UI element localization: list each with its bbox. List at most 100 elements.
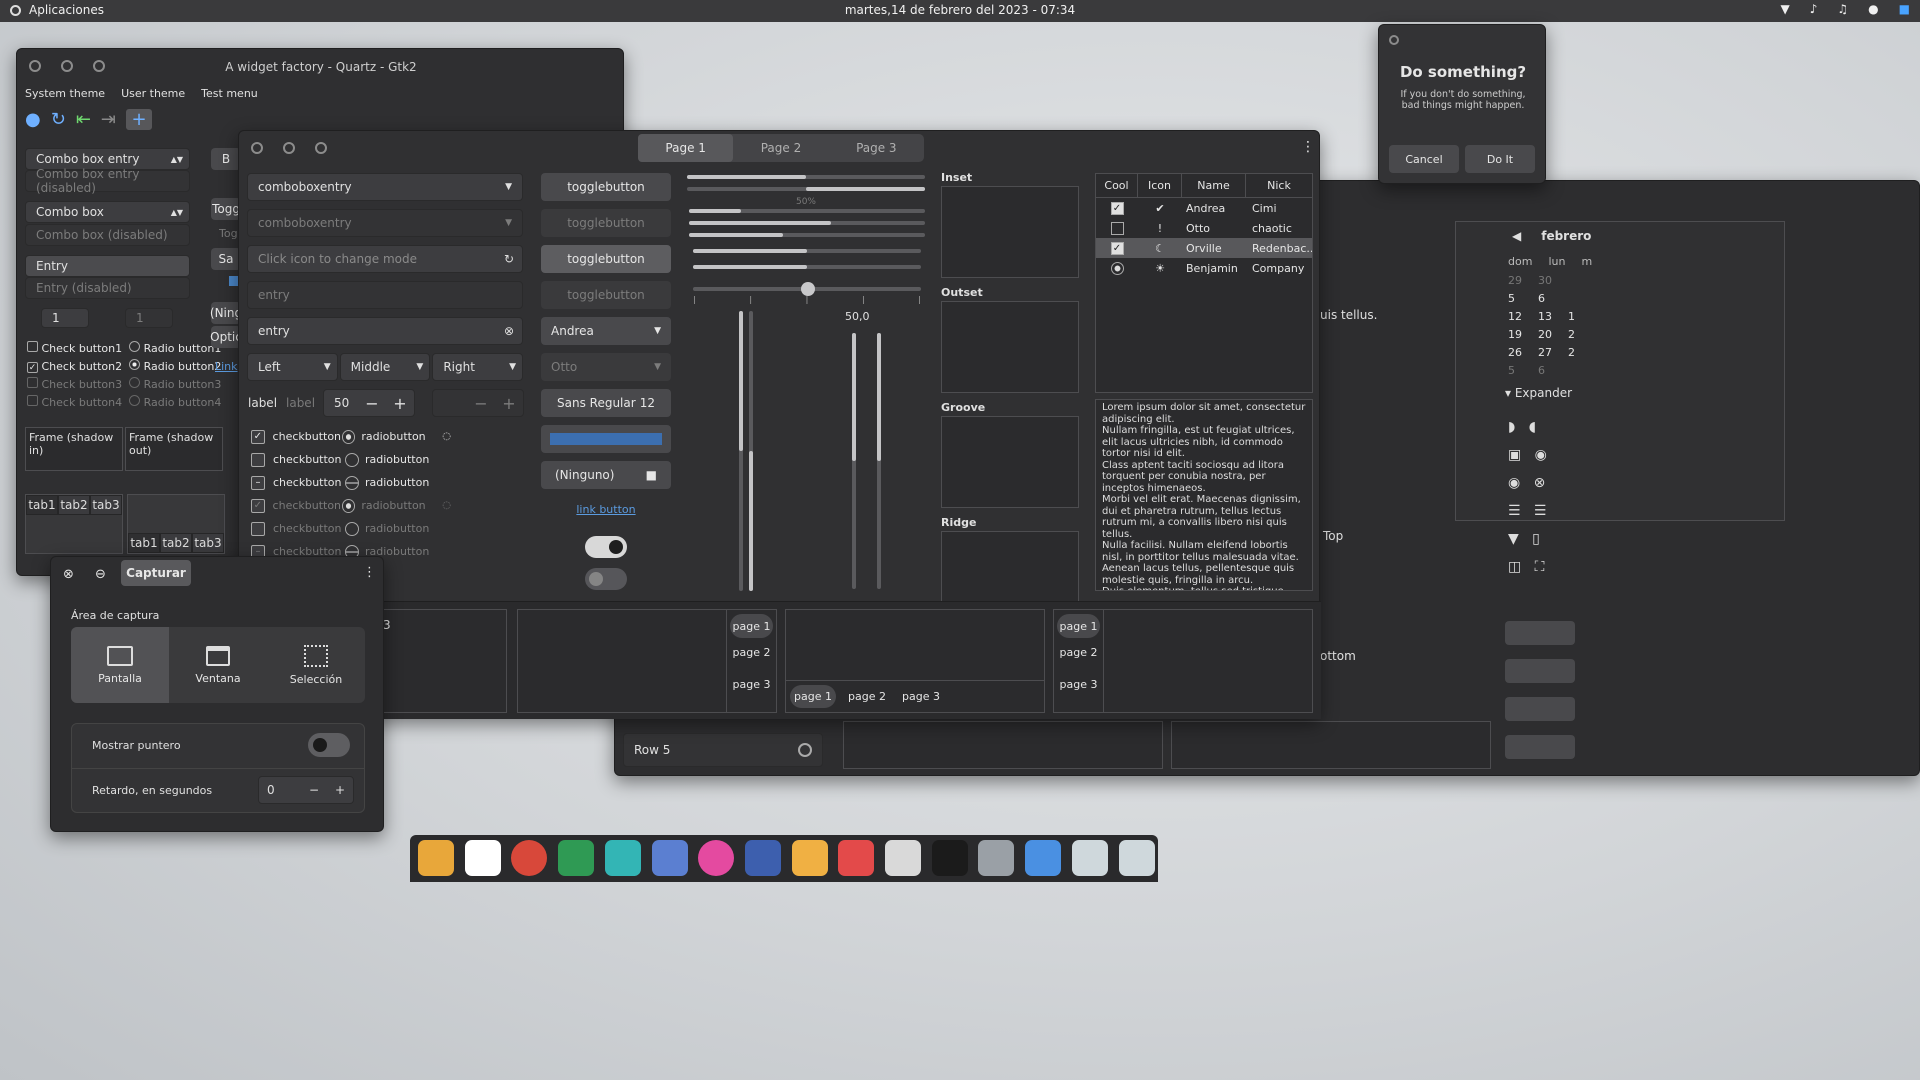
mail-icon[interactable]: [791, 840, 828, 876]
switch-on[interactable]: [585, 536, 627, 558]
combo-box[interactable]: Combo box ▲▼: [25, 201, 190, 223]
row5-item[interactable]: Row 5: [623, 733, 823, 767]
radio[interactable]: [345, 475, 359, 490]
nb-r-page1[interactable]: page 1: [730, 614, 773, 638]
add-icon[interactable]: +: [126, 109, 152, 130]
peek-optic[interactable]: Optic: [210, 326, 242, 348]
expander[interactable]: ▾ Expander: [1505, 386, 1572, 400]
radio[interactable]: [345, 452, 359, 467]
menu-test[interactable]: Test menu: [201, 87, 258, 100]
do-it-button[interactable]: Do It: [1465, 145, 1535, 173]
clock[interactable]: martes,14 de febrero del 2023 - 07:34: [0, 3, 1920, 17]
peek-ning[interactable]: (Ning: [210, 302, 242, 324]
refresh-icon[interactable]: ↻: [504, 252, 514, 266]
spiral-icon[interactable]: [698, 840, 735, 876]
checkbox[interactable]: [251, 452, 265, 467]
tree-row[interactable]: ! Otto chaotic: [1096, 218, 1312, 238]
calendar-day[interactable]: 29: [1508, 274, 1522, 288]
hscale[interactable]: [693, 282, 921, 296]
mode-selection[interactable]: Selección: [267, 627, 365, 703]
menu-dots-icon[interactable]: ⋮: [1301, 139, 1315, 155]
widget-icon[interactable]: [1118, 840, 1155, 876]
minimize-icon[interactable]: [283, 142, 295, 154]
peek-b[interactable]: B: [211, 148, 241, 170]
prev-month-icon[interactable]: ◀: [1512, 229, 1521, 243]
wf-btab3[interactable]: tab3: [192, 533, 224, 553]
combobox-entry[interactable]: comboboxentry ▼: [247, 173, 523, 201]
music-icon[interactable]: ♫: [1837, 2, 1848, 16]
back-btn-3[interactable]: [1505, 697, 1575, 721]
menu-user-theme[interactable]: User theme: [121, 87, 185, 100]
minimize-icon[interactable]: ⊖: [95, 567, 106, 582]
refresh-icon[interactable]: ↻: [51, 109, 66, 130]
nb-l-page1[interactable]: page 1: [1057, 614, 1100, 638]
calendar-day[interactable]: [1568, 292, 1582, 306]
files-icon[interactable]: [418, 840, 454, 876]
close-icon[interactable]: ⊗: [63, 567, 74, 582]
peek-sa[interactable]: Sa: [211, 248, 241, 270]
tree-row[interactable]: ✓ ✔ Andrea Cimi: [1096, 198, 1312, 218]
col-nick[interactable]: Nick: [1246, 174, 1312, 197]
middle-combo[interactable]: Middle ▼: [339, 353, 431, 381]
bell-icon[interactable]: ♪: [1810, 2, 1818, 16]
clock-icon[interactable]: [798, 743, 812, 757]
calendar-day[interactable]: 2: [1568, 346, 1582, 360]
checkbox[interactable]: ✓: [1096, 201, 1138, 215]
mode-screen[interactable]: Pantalla: [71, 627, 169, 703]
calendar-day[interactable]: 30: [1538, 274, 1552, 288]
calendar-day[interactable]: 19: [1508, 328, 1522, 342]
checkbox[interactable]: ✓: [1096, 241, 1138, 255]
nb-r-page2[interactable]: page 2: [730, 646, 773, 670]
checkbox-1[interactable]: [27, 341, 38, 352]
calendar-day[interactable]: 1: [1568, 310, 1582, 324]
screen-icon[interactable]: ■: [1899, 2, 1910, 16]
goto-last-icon[interactable]: ⇥: [101, 109, 116, 130]
calendar-day[interactable]: 13: [1538, 310, 1552, 324]
checkbox[interactable]: –: [251, 475, 265, 490]
back-btn-4[interactable]: [1505, 735, 1575, 759]
editor-icon[interactable]: [885, 840, 921, 876]
store-icon[interactable]: [464, 840, 501, 876]
calendar-day[interactable]: [1568, 364, 1582, 378]
calendar-day[interactable]: 6: [1538, 364, 1552, 378]
plus-icon[interactable]: +: [386, 394, 414, 413]
calendar-day[interactable]: 12: [1508, 310, 1522, 324]
back-btn-1[interactable]: [1505, 621, 1575, 645]
page-2-tab[interactable]: Page 2: [733, 134, 828, 162]
menu-dots-icon[interactable]: ⋮: [363, 565, 376, 580]
andrea-combo[interactable]: Andrea ▼: [541, 317, 671, 345]
terminal-icon[interactable]: [931, 840, 968, 876]
dropdown-icon[interactable]: ▼: [509, 362, 516, 372]
calendar-day[interactable]: 5: [1508, 292, 1522, 306]
left-combo[interactable]: Left ▼: [247, 353, 338, 381]
radio-1[interactable]: [129, 341, 141, 352]
calendar-day[interactable]: 5: [1508, 364, 1522, 378]
photos-icon[interactable]: [651, 840, 688, 876]
vscale-4[interactable]: [877, 333, 881, 589]
radio-2[interactable]: [129, 359, 141, 370]
checkbox[interactable]: [1096, 221, 1138, 235]
nb-r-page3[interactable]: page 3: [730, 678, 773, 702]
calendar-day[interactable]: [1568, 274, 1582, 288]
user-icon[interactable]: ●: [1868, 2, 1878, 16]
close-icon[interactable]: [251, 142, 263, 154]
check-row-2[interactable]: ✓ Check button2 Radio button2: [27, 358, 221, 376]
cancel-button[interactable]: Cancel: [1389, 145, 1459, 173]
gimp-tool-icon[interactable]: ●: [25, 109, 41, 130]
sheets-icon[interactable]: [558, 840, 595, 876]
calendar-day[interactable]: 2: [1568, 328, 1582, 342]
dropdown-icon[interactable]: ▼: [324, 362, 331, 372]
tree-row[interactable]: ☀ Benjamin Company: [1096, 258, 1312, 278]
wf-tab1[interactable]: tab1: [26, 495, 58, 515]
col-icon[interactable]: Icon: [1138, 174, 1182, 197]
tree-row[interactable]: ✓ ☾ Orville Redenbac...: [1096, 238, 1312, 258]
dropdown-icon[interactable]: ▼: [505, 182, 512, 192]
calendar-day[interactable]: 26: [1508, 346, 1522, 360]
wifi-icon[interactable]: ▼: [1781, 2, 1790, 16]
checkbox-2[interactable]: ✓: [27, 362, 38, 373]
calendar-day[interactable]: 6: [1538, 292, 1552, 306]
menu-system-theme[interactable]: System theme: [25, 87, 105, 100]
wf-tab3[interactable]: tab3: [90, 495, 122, 515]
page-1-tab[interactable]: Page 1: [638, 134, 734, 162]
delay-spin[interactable]: 0 − +: [258, 776, 354, 804]
